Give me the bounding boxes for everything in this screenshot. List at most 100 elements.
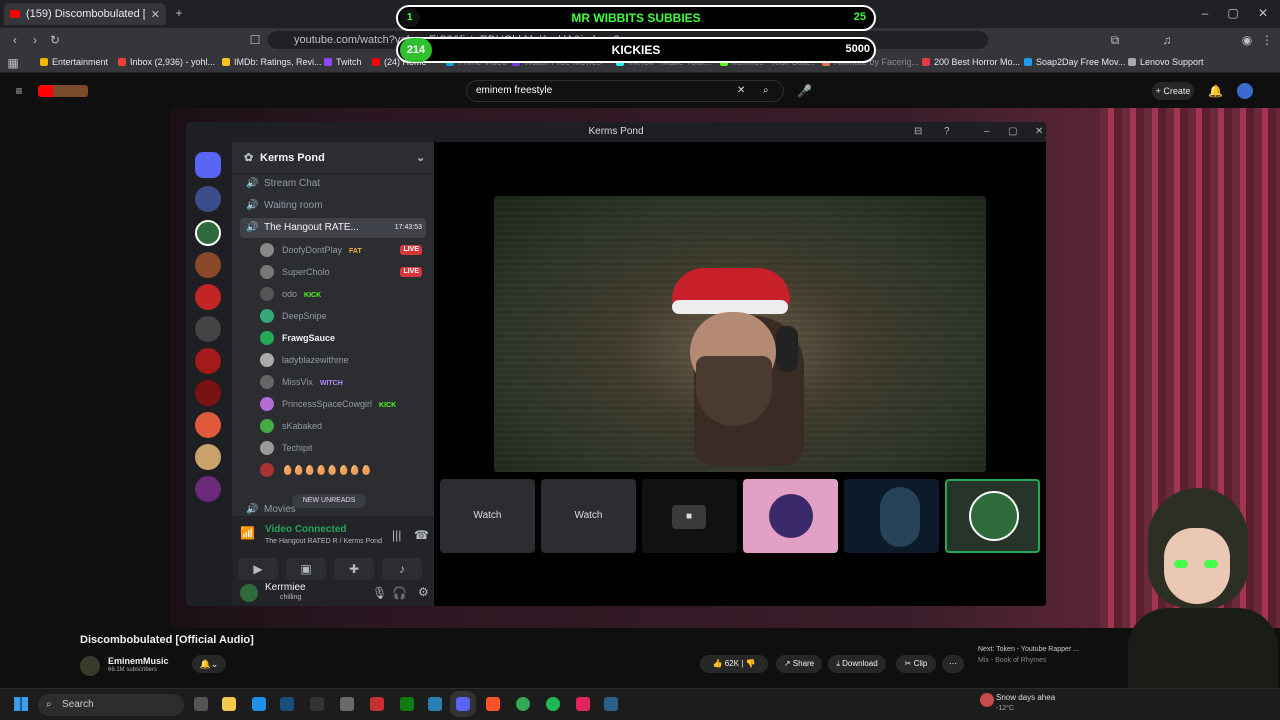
channel-hangout[interactable]: 🔊 The Hangout RATE... 17:43:53 — [240, 218, 426, 238]
avatar[interactable] — [1237, 83, 1253, 99]
screen-share-button[interactable]: ▣ — [286, 558, 326, 580]
close-window-icon[interactable]: ✕ — [1256, 6, 1270, 20]
soundboard-button[interactable]: ♪ — [382, 558, 422, 580]
browser-tab[interactable]: (159) Discombobulated [Official ✕ — [4, 3, 166, 25]
close-tab-icon[interactable]: ✕ — [151, 8, 160, 21]
server-icon[interactable] — [195, 380, 221, 406]
activities-button[interactable]: ✚ — [334, 558, 374, 580]
reload-icon[interactable]: ↻ — [48, 33, 62, 47]
server-icon[interactable] — [195, 412, 221, 438]
discord-close-icon[interactable]: ✕ — [1035, 122, 1043, 142]
bookmark-item[interactable]: IMDb: Ratings, Revi... — [222, 57, 322, 67]
music-icon[interactable]: ♫ — [1160, 33, 1174, 47]
weather-icon[interactable] — [980, 693, 994, 707]
server-icon[interactable] — [195, 348, 221, 374]
voice-user[interactable]: odo KICK — [260, 284, 428, 304]
epic-games-icon[interactable] — [310, 697, 324, 711]
voice-user[interactable]: SuperCholo LIVE — [260, 262, 428, 282]
participant-tile[interactable] — [844, 479, 939, 553]
app-icon[interactable] — [576, 697, 590, 711]
hamburger-icon[interactable]: ≡ — [12, 84, 26, 98]
help-icon[interactable]: ? — [944, 122, 950, 142]
discord-maximize-icon[interactable]: ▢ — [1008, 122, 1017, 142]
back-icon[interactable]: ‹ — [8, 33, 22, 47]
search-icon[interactable]: ⌕ — [763, 81, 769, 101]
app-icon[interactable] — [604, 697, 618, 711]
forward-icon[interactable]: › — [28, 33, 42, 47]
spotify-icon[interactable] — [546, 697, 560, 711]
avatar[interactable] — [240, 584, 258, 602]
create-button[interactable]: + Create — [1152, 82, 1194, 100]
obs-icon[interactable] — [340, 697, 354, 711]
like-button[interactable]: 👍 62K | 👎 — [700, 655, 768, 673]
mic-icon[interactable]: 🎤 — [797, 84, 812, 98]
up-next[interactable]: Next: Token - Youtube Rapper ... Mix - B… — [978, 644, 1098, 674]
server-icon[interactable] — [195, 316, 221, 342]
taskbar-search[interactable]: ⌕ Search — [38, 694, 184, 716]
server-name[interactable]: Kerms Pond ✿ ⌄ — [232, 142, 434, 174]
participant-tile[interactable] — [743, 479, 838, 553]
server-icon[interactable] — [195, 444, 221, 470]
watch-stream-tile[interactable]: Watch — [541, 479, 636, 553]
bookmark-item[interactable]: Twitch — [324, 57, 362, 67]
weather-text[interactable]: Snow days ahea — [996, 693, 1055, 702]
inbox-icon[interactable]: ⊟ — [914, 122, 922, 142]
server-icon[interactable] — [195, 476, 221, 502]
notifications-icon[interactable]: 🔔 — [1208, 84, 1223, 98]
disconnect-icon[interactable]: ☎ — [414, 528, 429, 542]
maximize-icon[interactable]: ▢ — [1226, 6, 1240, 20]
participant-tile-speaking[interactable] — [945, 479, 1040, 553]
share-button[interactable]: ↗ Share — [776, 655, 822, 673]
subscribed-bell-button[interactable]: 🔔⌄ — [192, 655, 226, 673]
apps-icon[interactable]: ▦ — [6, 56, 20, 70]
discord-minimize-icon[interactable]: – — [984, 122, 990, 142]
signal-icon[interactable]: 📶 — [240, 526, 255, 540]
clip-button[interactable]: ✂ Clip — [896, 655, 936, 673]
server-icon[interactable] — [195, 252, 221, 278]
xbox-icon[interactable] — [400, 697, 414, 711]
minimize-icon[interactable]: – — [1198, 6, 1212, 20]
folder-icon[interactable] — [195, 186, 221, 212]
voice-user[interactable]: sKabaked — [260, 416, 428, 436]
voice-user[interactable]: FrawgSauce — [260, 328, 428, 348]
bookmark-item[interactable]: Entertainment — [40, 57, 108, 67]
noise-icon[interactable]: ||| — [392, 528, 401, 542]
mic-icon[interactable]: 🎙 — [372, 586, 387, 600]
new-tab-icon[interactable]: + — [172, 6, 186, 20]
bookmark-item[interactable]: Soap2Day Free Mov... — [1024, 57, 1125, 67]
headphones-icon[interactable]: 🎧 — [392, 586, 407, 600]
channel-avatar[interactable] — [80, 656, 100, 676]
voice-user[interactable]: 🥚🥚🥚🥚🥚🥚🥚🥚 — [260, 460, 428, 480]
chrome-icon[interactable] — [516, 697, 530, 711]
server-icon[interactable] — [195, 220, 221, 246]
channel-name[interactable]: EminemMusic — [108, 656, 169, 666]
voice-user[interactable]: Techipit — [260, 438, 428, 458]
discord-taskbar-icon[interactable] — [450, 691, 476, 717]
steam-icon[interactable] — [280, 697, 294, 711]
chevron-down-icon[interactable]: ⌄ — [416, 142, 425, 174]
channel-waiting-room[interactable]: 🔊 Waiting room — [240, 196, 426, 216]
discord-home-icon[interactable] — [195, 152, 221, 178]
bookmark-icon[interactable]: ☐ — [248, 33, 262, 47]
extensions-icon[interactable]: ⧉ — [1108, 33, 1122, 47]
participant-tile[interactable]: ■ — [642, 479, 737, 553]
camera-button[interactable]: ▶ — [238, 558, 278, 580]
menu-icon[interactable]: ⋮ — [1260, 33, 1274, 47]
start-icon[interactable] — [14, 697, 28, 711]
bookmark-item[interactable]: Inbox (2,936) - yohl... — [118, 57, 215, 67]
app-icon[interactable] — [370, 697, 384, 711]
brave-icon[interactable] — [486, 697, 500, 711]
file-explorer-icon[interactable] — [222, 697, 236, 711]
task-view-icon[interactable] — [194, 697, 208, 711]
app-icon[interactable] — [428, 697, 442, 711]
watch-stream-tile[interactable]: Watch — [440, 479, 535, 553]
search-input[interactable]: eminem freestyle ✕ ⌕ — [466, 80, 784, 102]
clear-search-icon[interactable]: ✕ — [737, 81, 745, 101]
voice-user[interactable]: PrincessSpaceCowgirl KICK — [260, 394, 428, 414]
download-button[interactable]: ⤓ Download — [828, 655, 886, 673]
main-webcam-feed[interactable] — [494, 196, 986, 472]
voice-user[interactable]: DoofyDontPlay FAT LIVE — [260, 240, 428, 260]
channel-stream-chat[interactable]: 🔊 Stream Chat — [240, 174, 426, 194]
youtube-logo[interactable] — [38, 85, 88, 97]
settings-gear-icon[interactable]: ⚙ — [418, 585, 429, 599]
